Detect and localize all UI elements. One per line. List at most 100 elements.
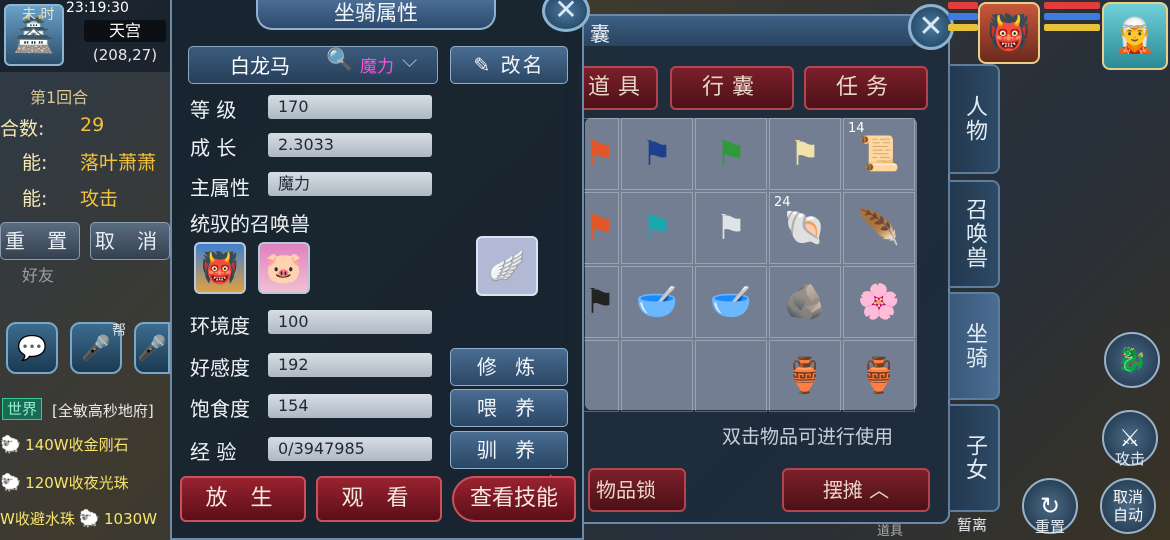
train-button[interactable]: 修 炼 bbox=[450, 348, 568, 386]
cancel-auto-button[interactable]: 取消 自动 bbox=[1100, 478, 1156, 534]
battle-row-label: 合数: bbox=[0, 118, 45, 140]
inventory-slot[interactable]: 🥣 bbox=[621, 266, 693, 338]
flag-icon: ⚑ bbox=[789, 134, 821, 174]
tab-bag[interactable]: 行囊 bbox=[670, 66, 794, 110]
mount-attr-tag: 魔力 bbox=[360, 57, 394, 77]
chat-line: 🐑 140W收金刚石 bbox=[0, 434, 129, 455]
item-count: 24 bbox=[774, 195, 791, 210]
chevron-up-icon: ︿ bbox=[869, 478, 890, 502]
mount-name: 白龙马 bbox=[230, 54, 290, 78]
anger-bar bbox=[1044, 24, 1100, 31]
view-button[interactable]: 观 看 bbox=[316, 476, 442, 522]
side-tab-mount[interactable]: 坐骑 bbox=[948, 292, 1000, 400]
inventory-slot[interactable]: ⚑ bbox=[621, 192, 693, 264]
pet-avatar[interactable]: 👹 bbox=[978, 2, 1040, 64]
round-label: 第1回合 bbox=[30, 88, 89, 107]
stat-value-main-attr: 魔力 bbox=[268, 172, 432, 196]
battle-row-label: 能: bbox=[22, 188, 48, 210]
inventory-slot[interactable]: ⚑ bbox=[769, 118, 841, 190]
stat-value-growth: 2.3033 bbox=[268, 133, 432, 157]
flag-icon: ⚑ bbox=[584, 282, 616, 322]
pet-slot[interactable]: 👹 bbox=[194, 242, 246, 294]
world-channel-tag[interactable]: 世界 bbox=[2, 398, 43, 420]
location-name[interactable]: 天宫 bbox=[84, 20, 166, 42]
tame-button[interactable]: 驯 养 bbox=[450, 431, 568, 469]
inventory-slot[interactable]: ⚑ bbox=[581, 118, 619, 190]
item-count: 14 bbox=[848, 121, 865, 136]
inventory-slot[interactable] bbox=[695, 340, 767, 412]
inventory-slot[interactable]: ⚑ bbox=[695, 118, 767, 190]
stat-label-main-attr: 主属性 bbox=[190, 176, 250, 200]
tab-quest[interactable]: 任务 bbox=[804, 66, 928, 110]
character-avatar[interactable]: 🧝 bbox=[1102, 2, 1168, 70]
inventory-slot[interactable]: 🪨 bbox=[769, 266, 841, 338]
rename-label: 改名 bbox=[500, 53, 545, 77]
mount-title: 坐骑属性 bbox=[334, 1, 418, 25]
bowl-icon: 🥣 bbox=[709, 282, 753, 322]
side-tab-character[interactable]: 人物 bbox=[948, 64, 1000, 174]
chat-text: 120W收夜光珠 bbox=[25, 474, 129, 492]
stat-label-env: 环境度 bbox=[190, 314, 250, 338]
flag-icon: ⚑ bbox=[641, 208, 673, 248]
inventory-slot[interactable]: 🪶 bbox=[843, 192, 915, 264]
battle-row-value: 攻击 bbox=[80, 188, 119, 210]
stat-value-env: 100 bbox=[268, 310, 432, 334]
rename-button[interactable]: ✎ 改名 bbox=[450, 46, 568, 84]
location-coords: (208,27) bbox=[92, 46, 158, 64]
inventory-slot[interactable]: ⚑ bbox=[581, 192, 619, 264]
inventory-title-bar bbox=[566, 16, 916, 46]
chat-text: W收避水珠 bbox=[0, 510, 75, 528]
battle-row-label: 能: bbox=[22, 152, 48, 174]
reset-label: 重置 bbox=[1034, 518, 1065, 536]
item-lock-button[interactable]: 物品锁 bbox=[588, 468, 686, 512]
inventory-slot[interactable]: ⚑ bbox=[695, 192, 767, 264]
inventory-slot[interactable]: 24 🐚 bbox=[769, 192, 841, 264]
inventory-slot[interactable]: ⚑ bbox=[621, 118, 693, 190]
chat-text: 140W收金刚石 bbox=[25, 436, 129, 454]
inventory-slot[interactable]: 14 📜 bbox=[843, 118, 915, 190]
mount-item-slot[interactable]: 🪽 bbox=[476, 236, 538, 296]
release-button[interactable]: 放 生 bbox=[180, 476, 306, 522]
stat-label-affinity: 好感度 bbox=[190, 356, 250, 380]
chat-text: 1030W bbox=[104, 509, 158, 528]
inventory-slot[interactable]: 🏺 bbox=[843, 340, 915, 412]
stall-button[interactable]: 摆摊 ︿ bbox=[782, 468, 930, 512]
inventory-slot[interactable] bbox=[581, 340, 619, 412]
chat-bubble-icon[interactable]: 💬 bbox=[6, 322, 58, 374]
battle-cancel-button[interactable]: 取 消 bbox=[90, 222, 170, 260]
inventory-slot[interactable]: 🌸 bbox=[843, 266, 915, 338]
pet-slot[interactable]: 🐷 bbox=[258, 242, 310, 294]
stat-value-affinity: 192 bbox=[268, 353, 432, 377]
hp-bars bbox=[948, 2, 978, 31]
inventory-grid: ⚑ ⚑ ⚑ ⚑ 14 📜 ⚑ ⚑ ⚑ 24 🐚 🪶 ⚑ 🥣 🥣 🪨 🌸 🏺 🏺 bbox=[581, 118, 917, 412]
voice-mic-icon-2[interactable]: 🎤 bbox=[134, 322, 170, 374]
side-tab-summon[interactable]: 召唤兽 bbox=[948, 180, 1000, 288]
stone-tablet-icon: 🪨 bbox=[783, 282, 827, 322]
inventory-slot[interactable]: 🥣 bbox=[695, 266, 767, 338]
flag-icon: ⚑ bbox=[715, 208, 747, 248]
tab-items[interactable]: 道具 bbox=[578, 66, 658, 110]
inventory-slot[interactable]: ⚑ bbox=[581, 266, 619, 338]
view-skills-button[interactable]: 查看技能 bbox=[452, 476, 576, 522]
skill-icon[interactable]: 🐉 bbox=[1104, 332, 1160, 388]
inventory-slot[interactable]: 🏺 bbox=[769, 340, 841, 412]
items-label-under: 道具 bbox=[876, 524, 903, 539]
battle-reset-button[interactable]: 重 置 bbox=[0, 222, 80, 260]
player-bars bbox=[1044, 2, 1100, 31]
inventory-slot[interactable] bbox=[621, 340, 693, 412]
side-tab-children[interactable]: 子女 bbox=[948, 404, 1000, 512]
flag-icon: ⚑ bbox=[715, 134, 747, 174]
clock: 23:19:30 bbox=[66, 0, 129, 16]
scroll-icon: 📜 bbox=[857, 134, 901, 174]
vase-icon: 🏺 bbox=[783, 356, 827, 396]
shell-icon: 🐚 bbox=[783, 208, 827, 248]
sheep-icon: 🐑 bbox=[78, 508, 101, 529]
flag-icon: ⚑ bbox=[641, 134, 673, 174]
inventory-title: 囊 bbox=[590, 22, 610, 46]
chat-line: W收避水珠 🐑 1030W bbox=[0, 508, 157, 529]
mp-bar bbox=[1044, 13, 1100, 20]
chevron-down-icon: ⌵ bbox=[402, 48, 418, 72]
pause-label[interactable]: 暂离 bbox=[942, 514, 1002, 535]
mount-selector[interactable] bbox=[188, 46, 438, 84]
feed-button[interactable]: 喂 养 bbox=[450, 389, 568, 427]
